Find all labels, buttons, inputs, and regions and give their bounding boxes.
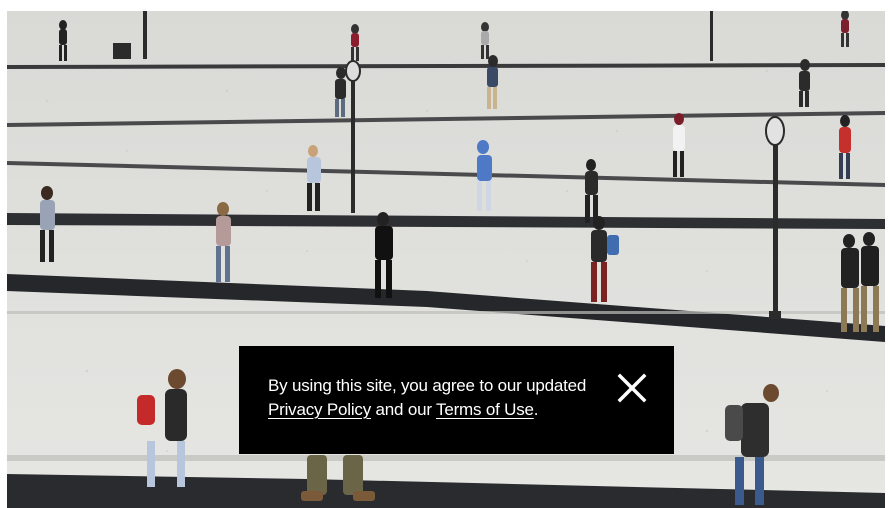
close-button[interactable] — [616, 372, 648, 404]
notice-text-before: By using this site, you agree to our upd… — [268, 376, 587, 395]
notice-text-middle: and our — [371, 400, 437, 419]
close-icon — [617, 373, 647, 403]
notice-text: By using this site, you agree to our upd… — [268, 374, 608, 422]
privacy-notice-banner: By using this site, you agree to our upd… — [239, 346, 674, 454]
notice-text-after: . — [533, 400, 539, 419]
privacy-policy-link[interactable]: Privacy Policy — [268, 400, 371, 419]
terms-of-use-link[interactable]: Terms of Use — [436, 400, 534, 419]
